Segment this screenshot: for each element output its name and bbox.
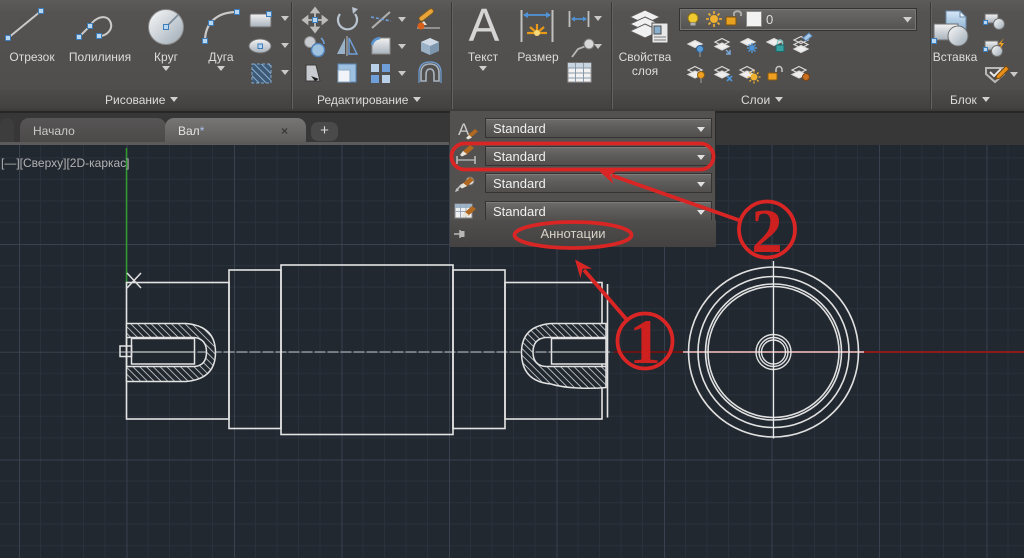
svg-text:1: 1	[629, 307, 661, 377]
svg-text:2: 2	[752, 198, 783, 266]
